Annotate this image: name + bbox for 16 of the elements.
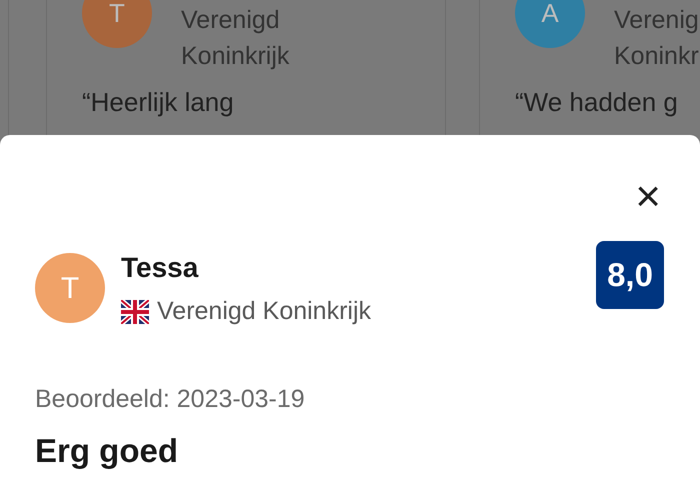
reviewer-country: Koninkri <box>614 41 700 72</box>
review-title: Erg goed <box>35 431 180 471</box>
close-button[interactable]: × <box>631 175 665 219</box>
flag-icon <box>121 300 149 324</box>
review-quote: “We hadden g <box>515 86 679 118</box>
reviewer-country: Verenig <box>614 5 700 36</box>
score-badge: 8,0 <box>596 241 664 309</box>
reviewer-country: Koninkrijk <box>181 41 290 72</box>
reviewer-name: Tessa <box>121 251 200 285</box>
avatar: T <box>82 0 152 48</box>
reviewer-country: Verenigd Koninkrijk <box>157 296 372 327</box>
review-date: Beoordeeld: 2023-03-19 <box>35 384 306 414</box>
reviewer-country: Verenigd <box>181 5 281 36</box>
avatar: A <box>515 0 585 48</box>
avatar: T <box>35 253 105 323</box>
review-quote: “Heerlijk lang <box>82 86 235 118</box>
